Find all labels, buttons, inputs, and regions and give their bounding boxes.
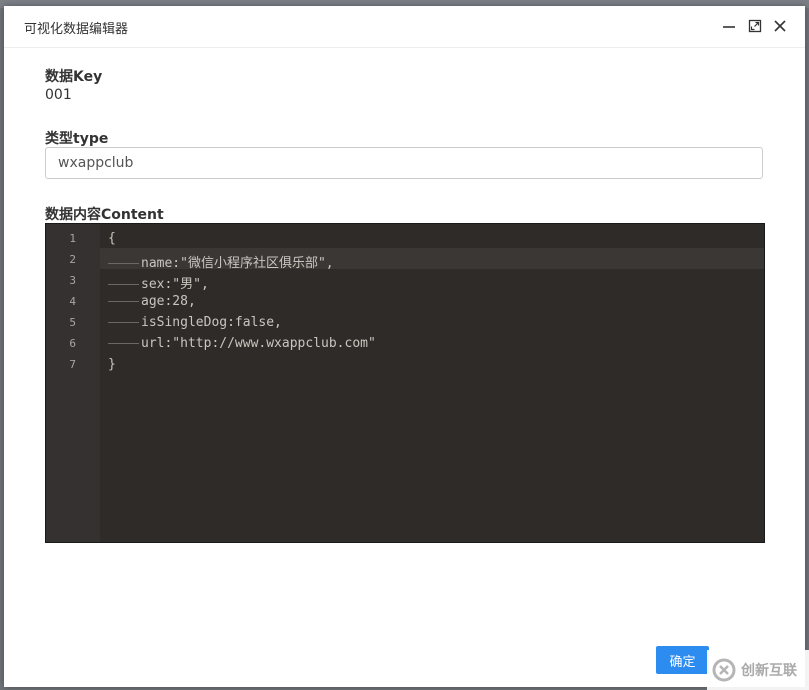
indent-guide [108,284,139,285]
line-number: 2 [69,253,76,266]
maximize-icon [748,19,762,33]
code-line-text: } [108,357,116,372]
close-button[interactable] [771,17,789,35]
line-number: 7 [69,358,76,371]
key-value: 001 [45,87,72,103]
code-line: } [108,357,116,372]
indent-guide [108,322,139,323]
code-line: sex:"男", [108,273,209,292]
code-line: url:"http://www.wxappclub.com" [108,336,376,351]
code-line: age:28, [108,294,196,309]
close-icon [774,20,786,32]
line-number: 5 [69,316,76,329]
type-label: 类型type [45,131,109,147]
dialog-titlebar: 可视化数据编辑器 [4,6,805,48]
maximize-button[interactable] [746,17,764,35]
line-number: 1 [69,232,76,245]
minimize-icon [723,26,735,28]
line-number: 3 [69,274,76,287]
code-line-text: name:"微信小程序社区俱乐部", [141,256,334,271]
code-line: name:"微信小程序社区俱乐部", [108,252,334,271]
code-line-text: { [108,231,116,246]
code-line-text: age:28, [141,294,196,309]
line-number: 4 [69,295,76,308]
indent-guide [108,263,139,264]
key-label: 数据Key [45,69,103,85]
type-input[interactable] [45,147,763,179]
content-label: 数据内容Content [45,207,164,223]
code-editor[interactable]: 1 2 3 4 5 6 7 { name:"微信小程序社区俱乐部", sex:"… [45,223,765,543]
dialog-title: 可视化数据编辑器 [24,22,129,37]
line-number: 6 [69,337,76,350]
indent-guide [108,343,139,344]
watermark-text: 创新互联 [741,663,797,679]
ok-button[interactable]: 确定 [656,646,709,674]
watermark-logo-icon [712,658,736,682]
watermark: 创新互联 [707,650,809,690]
code-line: isSingleDog:false, [108,315,282,330]
indent-guide [108,301,139,302]
code-line-text: sex:"男", [141,277,209,292]
code-line-text: url:"http://www.wxappclub.com" [141,336,376,351]
code-line-text: isSingleDog:false, [141,315,282,330]
data-editor-dialog: 可视化数据编辑器 数据Key 001 类型type 数据内容Content [4,6,805,687]
minimize-button[interactable] [720,17,738,35]
code-line: { [108,231,116,246]
editor-gutter [46,224,100,542]
